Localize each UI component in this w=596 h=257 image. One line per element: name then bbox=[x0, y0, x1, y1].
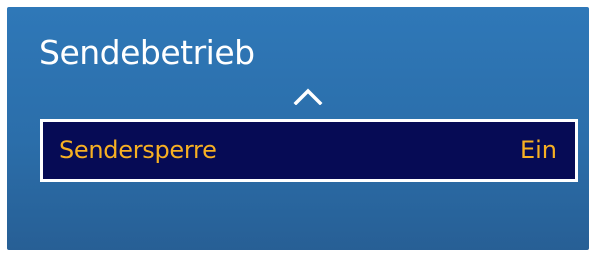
menu-item-value: Ein bbox=[519, 136, 557, 164]
menu-item-label: Sendersperre bbox=[59, 136, 217, 164]
menu-panel: Sendebetrieb Sendersperre Ein bbox=[7, 7, 589, 250]
menu-title: Sendebetrieb bbox=[39, 33, 255, 72]
chevron-up-icon[interactable] bbox=[293, 87, 323, 105]
menu-item-sendersperre[interactable]: Sendersperre Ein bbox=[40, 119, 578, 182]
